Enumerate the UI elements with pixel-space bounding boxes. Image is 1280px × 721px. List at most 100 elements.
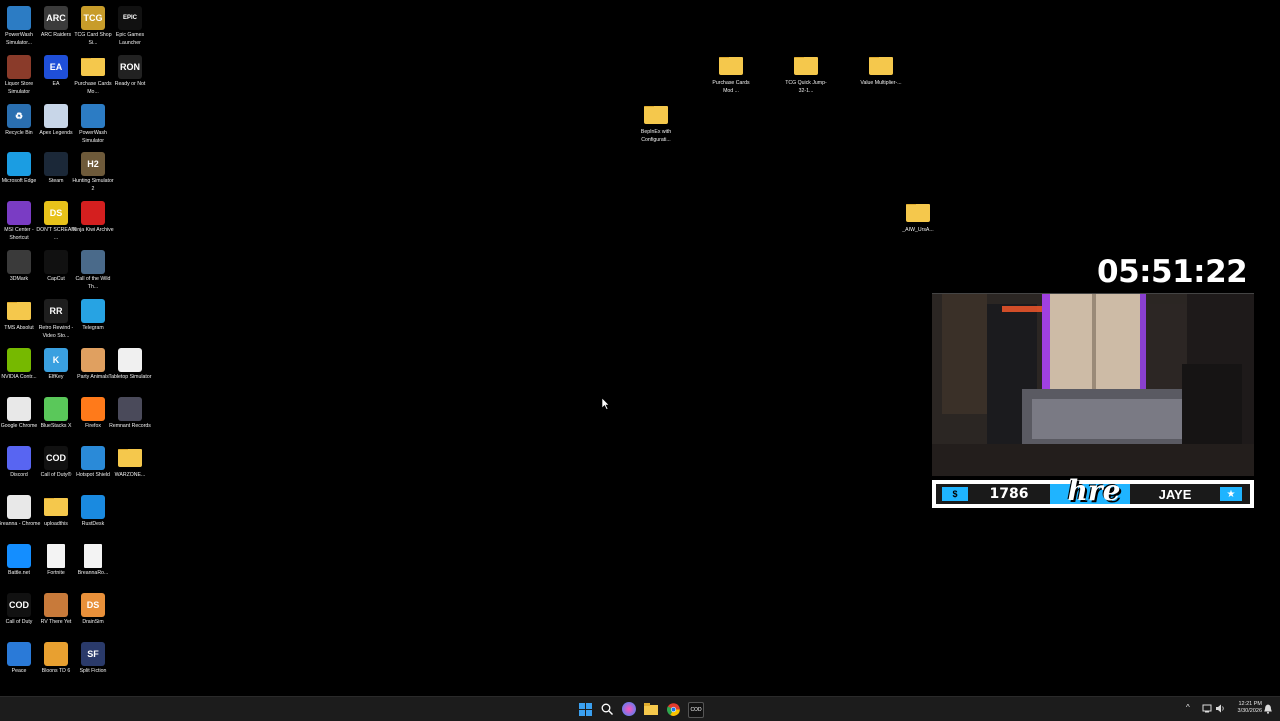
desktop-shortcut[interactable]: Breanna - Chrome xyxy=(0,495,40,529)
desktop-shortcut[interactable]: Steam xyxy=(37,152,75,186)
folder-icon xyxy=(644,106,668,124)
bloons-td6-icon xyxy=(44,642,68,666)
folder-purchase-cards-mod[interactable]: Purchase Cards Mod ... xyxy=(712,54,750,95)
desktop-shortcut[interactable]: RV There Yet xyxy=(37,593,75,627)
desktop-shortcut[interactable]: uploadthis xyxy=(37,495,75,529)
desktop-shortcut[interactable]: RustDesk xyxy=(74,495,112,529)
desktop-shortcut[interactable]: Remnant Records xyxy=(109,397,151,431)
folder-icon xyxy=(719,57,743,75)
desktop-shortcut[interactable]: EA EA xyxy=(37,55,75,89)
call-of-duty-taskbar-button[interactable]: COD xyxy=(688,702,704,718)
desktop-shortcut[interactable]: PowerWash Simulator... xyxy=(0,6,38,47)
windows-logo-icon xyxy=(578,702,592,716)
desktop-shortcut[interactable]: Firefox xyxy=(74,397,112,431)
desktop-shortcut[interactable]: CapCut xyxy=(37,250,75,284)
desktop-shortcut[interactable]: 3DMark xyxy=(0,250,38,284)
notification-bell-icon[interactable] xyxy=(1264,704,1272,714)
desktop-shortcut[interactable]: TCG TCG Card Shop Si... xyxy=(74,6,112,47)
desktop-shortcut[interactable]: EPIC Epic Games Launcher xyxy=(111,6,149,47)
desktop-shortcut[interactable]: Peace xyxy=(0,642,38,676)
bluestacks-icon xyxy=(44,397,68,421)
desktop-shortcut[interactable]: ♻ Recycle Bin xyxy=(0,104,38,138)
desktop-shortcut-label: Ninja Kiwi Archive xyxy=(72,227,114,233)
apex-legends-icon xyxy=(44,104,68,128)
folder-icon xyxy=(7,302,31,320)
desktop-shortcut[interactable]: DS DrainSim xyxy=(74,593,112,627)
file-explorer-icon xyxy=(644,703,658,715)
ready-or-not-icon: RON xyxy=(118,55,142,79)
desktop-shortcut[interactable]: RON Ready or Not xyxy=(111,55,149,89)
desktop-shortcut[interactable]: H2 Hunting Simulator 2 xyxy=(72,152,114,193)
start-button[interactable] xyxy=(578,702,592,716)
desktop-shortcut[interactable]: MSI Center - Shortcut xyxy=(0,201,38,242)
search-button[interactable] xyxy=(600,702,614,716)
folder-bepinex[interactable]: BepInEx with Configurati... xyxy=(637,103,675,144)
desktop-shortcut[interactable]: PowerWash Simulator xyxy=(74,104,112,145)
folder-label: BepInEx with Configurati... xyxy=(640,129,672,143)
mouse-cursor-icon xyxy=(602,398,610,410)
desktop-shortcut[interactable]: Ninja Kiwi Archive xyxy=(72,201,114,235)
counter-value: 1786 xyxy=(989,486,1029,502)
chrome-icon xyxy=(7,495,31,519)
chrome-icon xyxy=(7,397,31,421)
copilot-button[interactable] xyxy=(622,702,636,716)
desktop-shortcut[interactable]: DS DON'T SCREAM ... xyxy=(36,201,76,242)
clock-time[interactable]: 12:21 PM xyxy=(1228,701,1262,708)
desktop-shortcut[interactable]: Purchase Cards Mo... xyxy=(74,55,112,96)
desktop-shortcut[interactable]: Google Chrome xyxy=(0,397,38,431)
desktop-shortcut[interactable]: BreannaRo... xyxy=(74,544,112,578)
desktop-shortcut[interactable]: RR Retro Rewind - Video Sto... xyxy=(37,299,75,340)
desktop-shortcut-label: Split Fiction xyxy=(79,668,107,674)
desktop-shortcut[interactable]: Microsoft Edge xyxy=(0,152,38,186)
desktop-shortcut[interactable]: TMS Absolut xyxy=(0,299,38,333)
ninja-kiwi-icon xyxy=(81,201,105,225)
desktop-shortcut[interactable]: Call of the Wild Th... xyxy=(74,250,112,291)
desktop-shortcut[interactable]: K ElfKey xyxy=(37,348,75,382)
folder-aiw-ursa[interactable]: _AIW_UrsA... xyxy=(899,201,937,235)
file-explorer-button[interactable] xyxy=(644,702,658,716)
desktop-shortcut-label: Call of the Wild Th... xyxy=(75,276,111,290)
folder-icon xyxy=(81,58,105,76)
tray-chevron-icon[interactable]: ^ xyxy=(1186,704,1190,712)
rv-there-yet-icon xyxy=(44,593,68,617)
call-of-duty-icon: COD xyxy=(690,707,702,713)
desktop-shortcut[interactable]: BlueStacks X xyxy=(37,397,75,431)
powerwash-icon xyxy=(81,104,105,128)
desktop-shortcut[interactable]: NVIDIA Contr... xyxy=(0,348,38,382)
search-icon xyxy=(601,703,613,715)
chrome-taskbar-button[interactable] xyxy=(666,702,680,716)
desktop-shortcut-label: Tabletop Simulator xyxy=(108,374,152,380)
desktop-shortcut[interactable]: Tabletop Simulator xyxy=(108,348,152,382)
desktop-shortcut[interactable]: Discord xyxy=(0,446,38,480)
desktop-shortcut[interactable]: Battle.net xyxy=(0,544,38,578)
dont-scream-icon: DS xyxy=(44,201,68,225)
folder-tcg-quick-jump[interactable]: TCG Quick Jump-32-1... xyxy=(785,54,827,95)
network-icon[interactable] xyxy=(1202,704,1212,713)
clock-date[interactable]: 3/30/2026 xyxy=(1228,708,1262,715)
desktop-shortcut[interactable]: SF Split Fiction xyxy=(74,642,112,676)
steam-icon xyxy=(44,152,68,176)
drainsim-icon: DS xyxy=(81,593,105,617)
desktop-shortcut[interactable]: Liquor Store Simulator xyxy=(0,55,38,96)
call-of-duty-icon: COD xyxy=(7,593,31,617)
desktop-shortcut[interactable]: Hotspot Shield xyxy=(74,446,112,480)
stream-timer: 05:51:22 xyxy=(1097,254,1248,290)
desktop-shortcut-label: Telegram xyxy=(82,325,104,331)
desktop-shortcut[interactable]: Party Animals xyxy=(74,348,112,382)
desktop-shortcut[interactable]: Bloons TD 6 xyxy=(37,642,75,676)
desktop-shortcut[interactable]: COD Call of Duty xyxy=(0,593,38,627)
coin-icon: $ xyxy=(942,487,968,501)
desktop-shortcut[interactable]: Fortnite xyxy=(37,544,75,578)
desktop-shortcut-label: RustDesk xyxy=(81,521,105,527)
volume-icon[interactable] xyxy=(1215,704,1225,713)
desktop-shortcut[interactable]: WARZONE... xyxy=(111,446,149,480)
desktop-shortcut[interactable]: Apex Legends xyxy=(37,104,75,138)
desktop-shortcut[interactable]: Telegram xyxy=(74,299,112,333)
desktop-shortcut-label: Hunting Simulator 2 xyxy=(72,178,114,192)
desktop-shortcut[interactable]: COD Call of Duty® xyxy=(37,446,75,480)
desktop-shortcut[interactable]: ARC ARC Raiders xyxy=(37,6,75,40)
folder-value-multiplier[interactable]: Value Multiplier-... xyxy=(860,54,902,88)
edge-icon xyxy=(7,152,31,176)
desktop-shortcut-label: WARZONE... xyxy=(114,472,146,478)
liquor-store-icon xyxy=(7,55,31,79)
